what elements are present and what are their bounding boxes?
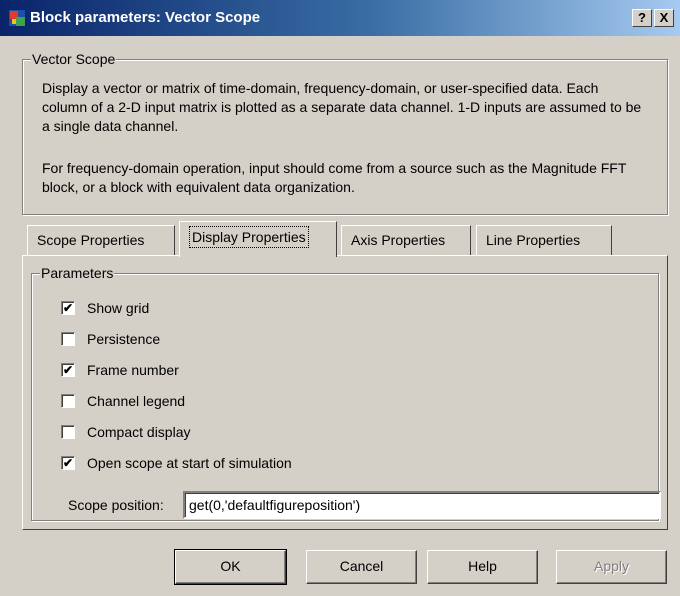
- ok-button-label: OK: [220, 558, 241, 574]
- cancel-button[interactable]: Cancel: [306, 550, 417, 584]
- description-group-label: Vector Scope: [31, 51, 117, 67]
- persistence-checkbox[interactable]: [61, 332, 75, 346]
- parameters-group-label: Parameters: [40, 265, 115, 281]
- tab-line-properties[interactable]: Line Properties: [476, 225, 612, 255]
- compact-display-label[interactable]: Compact display: [87, 423, 191, 441]
- frame-number-checkbox[interactable]: ✔: [61, 363, 75, 377]
- description-paragraph-2: For frequency-domain operation, input sh…: [42, 160, 627, 195]
- display-properties-panel: Parameters ✔ Show grid Persistence ✔ Fra…: [22, 255, 668, 530]
- scope-position-input[interactable]: [183, 491, 661, 519]
- cancel-button-label: Cancel: [339, 558, 384, 574]
- show-grid-checkbox[interactable]: ✔: [61, 301, 75, 315]
- help-icon[interactable]: ?: [632, 9, 652, 27]
- window-title: Block parameters: Vector Scope: [30, 9, 261, 26]
- channel-legend-checkbox[interactable]: [61, 394, 75, 408]
- title-bar[interactable]: Block parameters: Vector Scope ? X: [0, 0, 680, 36]
- persistence-label[interactable]: Persistence: [87, 330, 160, 348]
- compact-display-checkbox[interactable]: [61, 425, 75, 439]
- open-scope-checkbox[interactable]: ✔: [61, 456, 75, 470]
- description-paragraph-1: Display a vector or matrix of time-domai…: [42, 80, 642, 134]
- tab-axis-properties[interactable]: Axis Properties: [341, 225, 471, 255]
- show-grid-label[interactable]: Show grid: [87, 299, 149, 317]
- apply-button: Apply: [556, 550, 667, 584]
- ok-button[interactable]: OK: [174, 549, 287, 585]
- tab-axis-properties-label: Axis Properties: [351, 232, 446, 248]
- tab-display-properties-label: Display Properties: [189, 226, 309, 248]
- frame-number-label[interactable]: Frame number: [87, 361, 179, 379]
- help-button[interactable]: Help: [427, 550, 538, 584]
- simulink-block-icon: [8, 9, 26, 27]
- open-scope-label[interactable]: Open scope at start of simulation: [87, 454, 292, 472]
- tab-display-properties[interactable]: Display Properties: [179, 221, 337, 257]
- apply-button-label: Apply: [593, 558, 630, 574]
- tab-scope-properties-label: Scope Properties: [37, 232, 145, 248]
- channel-legend-label[interactable]: Channel legend: [87, 392, 185, 410]
- tab-line-properties-label: Line Properties: [486, 232, 581, 248]
- close-icon[interactable]: X: [654, 9, 674, 27]
- help-button-label: Help: [468, 558, 497, 574]
- parameters-group: Parameters ✔ Show grid Persistence ✔ Fra…: [31, 265, 661, 521]
- scope-position-label: Scope position:: [68, 497, 164, 513]
- tab-scope-properties[interactable]: Scope Properties: [27, 225, 175, 255]
